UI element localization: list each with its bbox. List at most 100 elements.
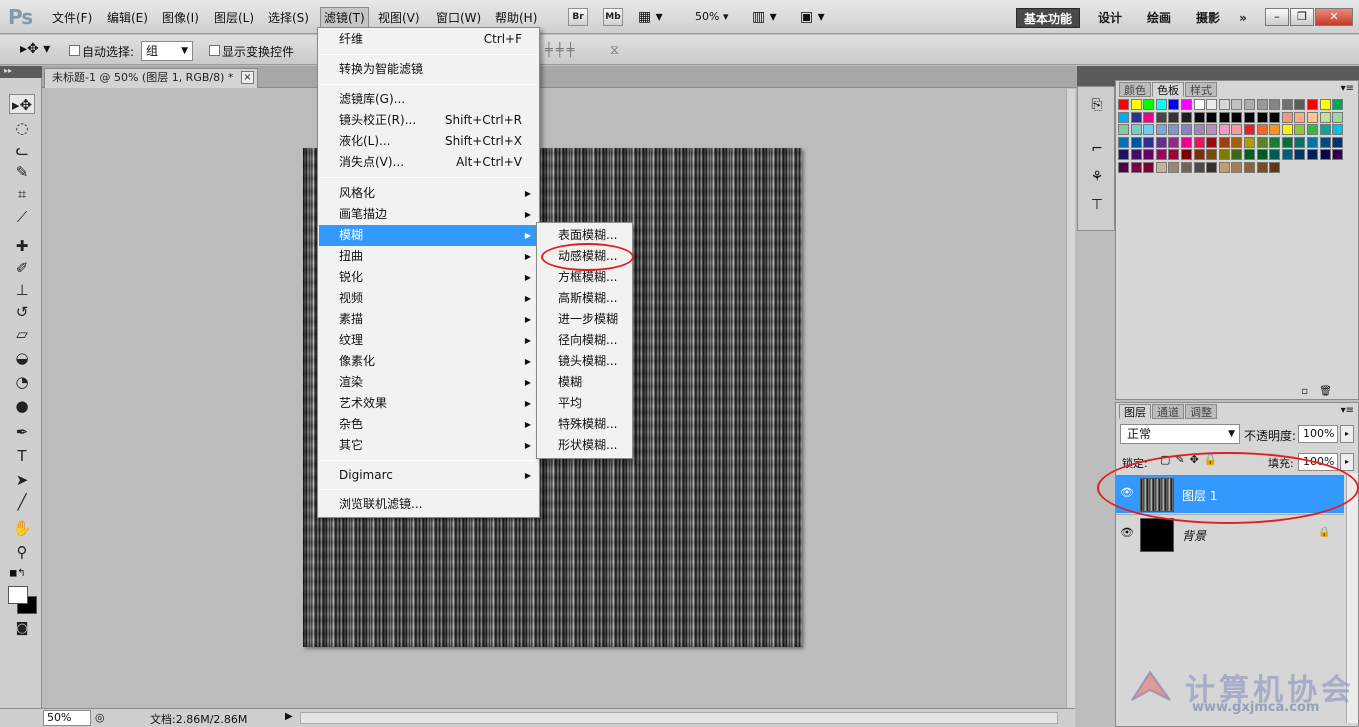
foreground-color-swatch[interactable] [8,586,28,604]
menu-item-pixelate[interactable]: 像素化 ▶ [319,351,538,372]
color-swatch[interactable] [1319,149,1331,161]
submenu-item-lens-blur[interactable]: 镜头模糊... [538,351,631,372]
color-swatch[interactable] [1218,136,1230,148]
workspace-photography[interactable]: 摄影 [1190,8,1226,28]
menu-item-noise[interactable]: 杂色 ▶ [319,414,538,435]
visibility-eye-icon[interactable]: 👁 [1120,527,1134,539]
path-select-icon[interactable]: ➤ [9,470,35,490]
color-swatch[interactable] [1294,149,1306,161]
color-swatch[interactable] [1269,111,1281,123]
arrange-documents-icon[interactable]: ▥ ▾ [752,9,777,25]
submenu-item-blur-more[interactable]: 进一步模糊 [538,309,631,330]
zoom-tool-icon[interactable]: ⚲ [9,542,35,562]
blend-mode-dropdown[interactable]: 正常 ▼ [1120,424,1240,444]
color-swatch[interactable] [1143,149,1155,161]
color-swatch[interactable] [1281,136,1293,148]
color-swatch[interactable] [1155,124,1167,136]
hand-tool-icon[interactable]: ✋ [9,518,35,538]
workspace-essentials[interactable]: 基本功能 [1016,8,1080,28]
color-swatch[interactable] [1206,124,1218,136]
auto-align-icon[interactable]: ⧖ [610,43,619,58]
menu-item-liquify[interactable]: 液化(L)... Shift+Ctrl+X [319,131,538,152]
menu-item-digimarc[interactable]: Digimarc ▶ [319,465,538,486]
color-swatch[interactable] [1193,111,1205,123]
blur-tool-icon[interactable]: ● [9,396,35,416]
color-swatch[interactable] [1155,99,1167,110]
healing-brush-icon[interactable]: ✚ [9,236,35,256]
horizontal-scrollbar[interactable] [300,712,1058,724]
zoom-level-dropdown[interactable]: 50% ▾ [695,10,728,23]
menu-filter[interactable]: 滤镜(T) [320,7,369,28]
color-swatch[interactable] [1256,99,1268,110]
color-swatch[interactable] [1168,162,1180,173]
color-swatch[interactable] [1307,111,1318,123]
document-close-icon[interactable]: × [241,71,254,84]
color-swatch[interactable] [1307,124,1318,136]
color-swatch[interactable] [1231,124,1243,136]
color-swatch[interactable] [1319,136,1331,148]
color-swatch[interactable] [1155,111,1167,123]
brush-tool-icon[interactable]: ✐ [9,258,35,278]
menu-window[interactable]: 窗口(W) [436,9,481,26]
menu-image[interactable]: 图像(I) [162,9,199,26]
color-swatch[interactable] [1332,99,1344,110]
color-swatch[interactable] [1181,111,1192,123]
color-swatch[interactable] [1307,99,1318,110]
color-swatch[interactable] [1143,162,1155,173]
menu-item-brush-strokes[interactable]: 画笔描边 ▶ [319,204,538,225]
color-swatch[interactable] [1319,124,1331,136]
color-swatch[interactable] [1118,111,1129,123]
color-swatch[interactable] [1307,149,1318,161]
color-swatch[interactable] [1206,136,1218,148]
menu-item-blur[interactable]: 模糊 ▶ [319,225,538,246]
color-swatch[interactable] [1332,111,1344,123]
vertical-scrollbar[interactable] [1066,89,1075,708]
color-swatch[interactable] [1218,162,1230,173]
color-swatch[interactable] [1319,99,1331,110]
eraser-tool-icon[interactable]: ▱ [9,324,35,344]
color-swatch[interactable] [1307,136,1318,148]
pen-tool-icon[interactable]: ✒ [9,422,35,442]
color-swatch[interactable] [1130,124,1142,136]
color-swatch[interactable] [1231,136,1243,148]
crop-tool-icon[interactable]: ⌗ [9,184,35,204]
color-swatch[interactable] [1206,111,1218,123]
brush-panel-icon[interactable]: ⌐ [1086,139,1108,159]
layers-menu-icon[interactable]: ▾≡ [1341,405,1354,416]
color-swatch[interactable] [1332,124,1344,136]
menu-item-artistic[interactable]: 艺术效果 ▶ [319,393,538,414]
color-swatch[interactable] [1256,149,1268,161]
color-swatch[interactable] [1118,162,1129,173]
color-swatch[interactable] [1130,99,1142,110]
auto-select-dropdown[interactable]: 组 ▼ [141,41,193,61]
menu-item-convert-smart-filters[interactable]: 转换为智能滤镜 [319,59,538,80]
history-panel-icon[interactable]: ⎘ [1086,95,1108,115]
move-tool-icon[interactable]: ▸✥ [9,94,35,114]
color-swatch[interactable] [1130,136,1142,148]
document-tab[interactable]: 未标题-1 @ 50% (图层 1, RGB/8) * × [44,68,258,88]
color-swatch[interactable] [1118,99,1129,110]
menu-item-sketch[interactable]: 素描 ▶ [319,309,538,330]
submenu-item-gaussian-blur[interactable]: 高斯模糊... [538,288,631,309]
color-swatch[interactable] [1332,149,1344,161]
bridge-button[interactable]: Br [568,8,588,26]
clone-stamp-icon[interactable]: ⊥ [9,280,35,300]
color-swatch[interactable] [1168,111,1180,123]
color-swatch[interactable] [1193,162,1205,173]
color-swatch[interactable] [1181,149,1192,161]
color-swatch[interactable] [1294,99,1306,110]
color-swatch[interactable] [1294,124,1306,136]
menu-item-video[interactable]: 视频 ▶ [319,288,538,309]
color-swatch[interactable] [1294,136,1306,148]
menu-item-texture[interactable]: 纹理 ▶ [319,330,538,351]
menu-item-lens-correction[interactable]: 镜头校正(R)... Shift+Ctrl+R [319,110,538,131]
color-swatch[interactable] [1269,149,1281,161]
color-swatch[interactable] [1181,136,1192,148]
menu-edit[interactable]: 编辑(E) [107,9,148,26]
workspace-design[interactable]: 设计 [1092,8,1128,28]
eyedropper-tool-icon[interactable]: ⟋ [9,207,35,227]
dodge-tool-icon[interactable]: ◔ [9,372,35,392]
color-swatch[interactable] [1231,149,1243,161]
color-swatch[interactable] [1256,111,1268,123]
submenu-item-radial-blur[interactable]: 径向模糊... [538,330,631,351]
